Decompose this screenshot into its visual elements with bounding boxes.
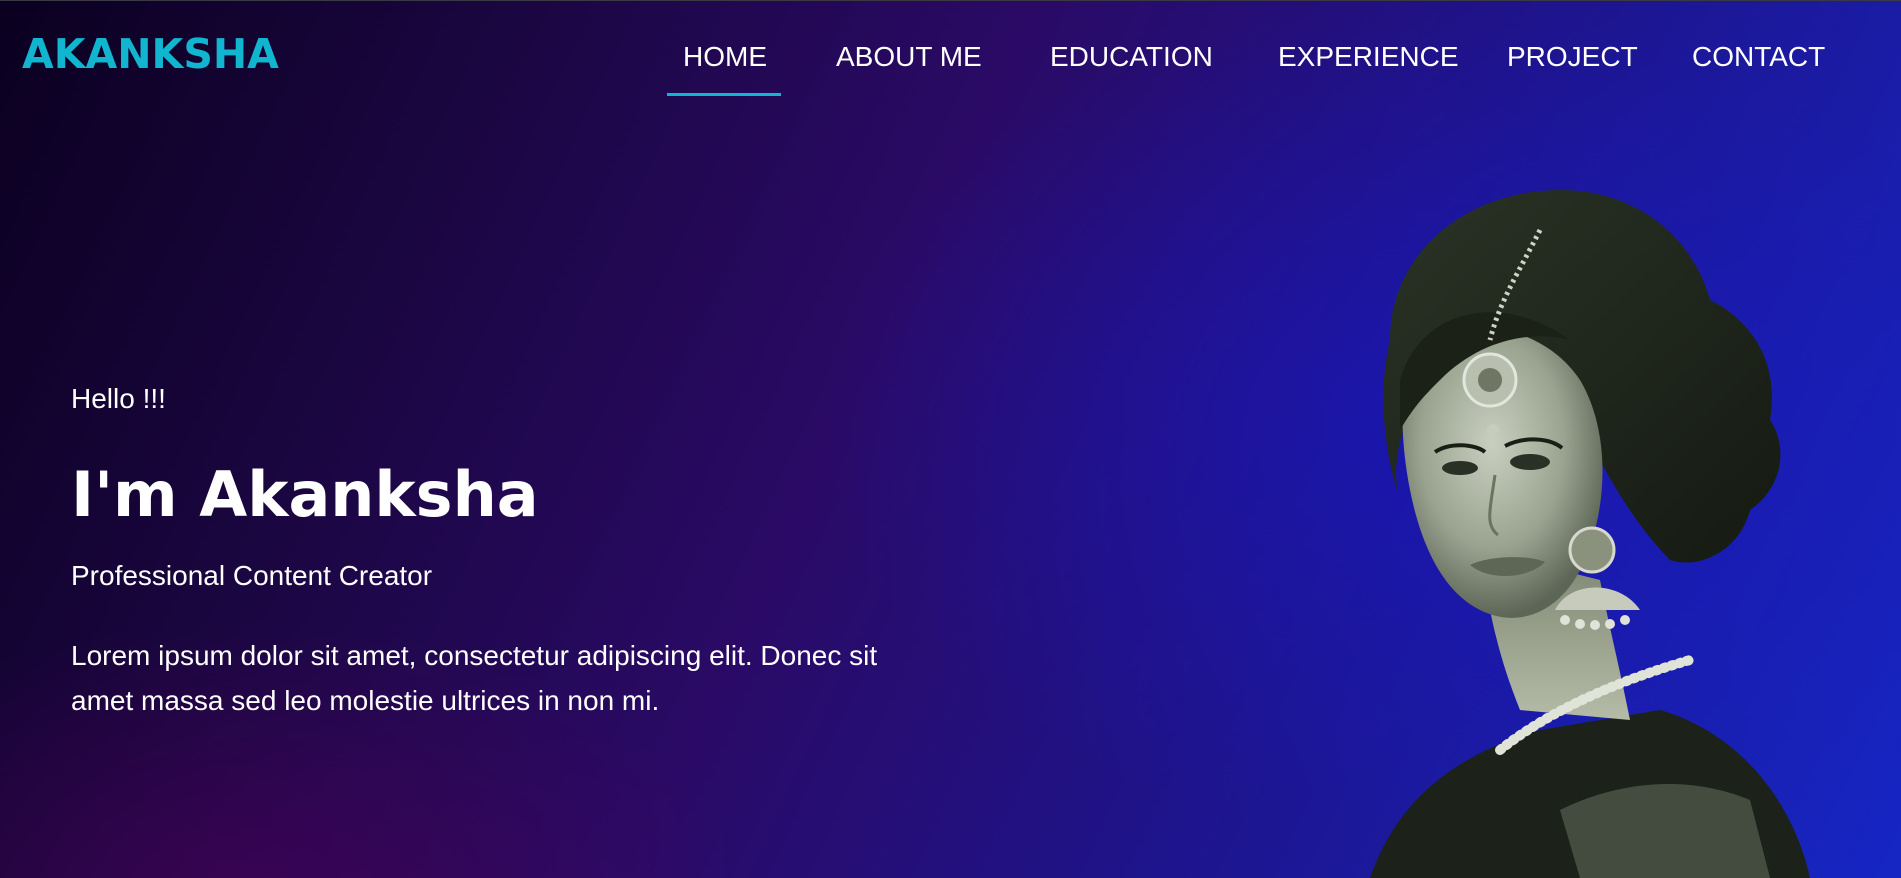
site-logo[interactable]: AKANKSHA: [22, 34, 279, 75]
dress-border: [1560, 783, 1770, 878]
nav-item-education[interactable]: EDUCATION: [1050, 0, 1213, 71]
hero-page: AKANKSHA HOME ABOUT ME EDUCATION EXPERIE…: [0, 0, 1901, 878]
hero-description: Lorem ipsum dolor sit amet, consectetur …: [71, 640, 878, 716]
eye-right: [1510, 454, 1550, 470]
eye-left: [1442, 461, 1478, 475]
nav-item-project[interactable]: PROJECT: [1507, 0, 1638, 71]
hero-role: Professional Content Creator: [71, 560, 433, 591]
nav-item-experience[interactable]: EXPERIENCE: [1278, 0, 1459, 71]
hero-headline: I'm Akanksha: [71, 458, 539, 531]
nav-item-home[interactable]: HOME: [667, 0, 781, 96]
hero-greeting: Hello !!!: [71, 383, 166, 414]
nav-item-contact[interactable]: CONTACT: [1692, 0, 1825, 71]
nav-item-about-me[interactable]: ABOUT ME: [836, 0, 982, 71]
portrait-image: [1370, 190, 1810, 878]
earring: [1568, 526, 1616, 574]
